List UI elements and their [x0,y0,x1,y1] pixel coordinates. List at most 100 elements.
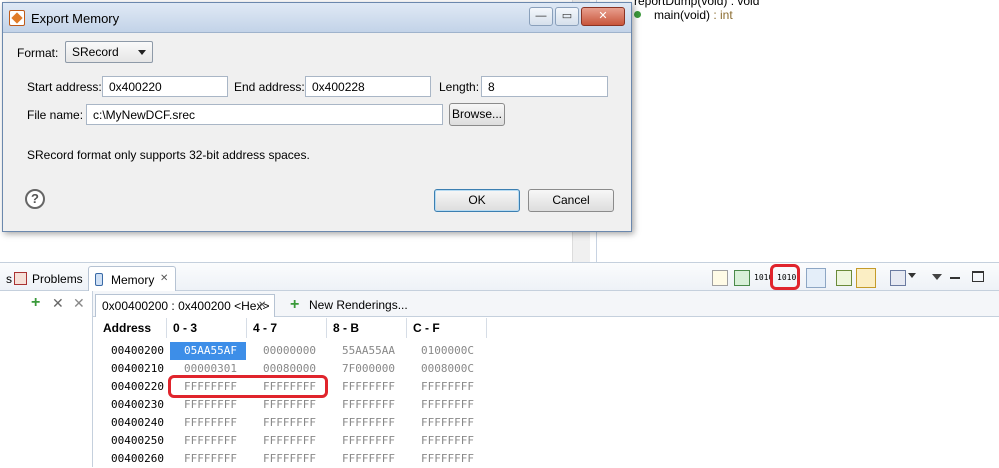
help-icon[interactable]: ? [25,189,45,209]
tab-new-renderings-label: New Renderings... [309,298,408,312]
memory-cell[interactable]: FFFFFFFF [421,396,474,414]
column-header-4-7[interactable]: 4 - 7 [247,318,327,338]
outline-item-type: : int [710,8,733,22]
tab-new-renderings[interactable]: + New Renderings... [285,294,414,317]
remove-monitor-icon[interactable]: ✕ [52,295,64,312]
format-warning-message: SRecord format only supports 32-bit addr… [27,148,310,162]
tab-hex-rendering[interactable]: 0x00400200 : 0x400200 <Hex> ✕ [95,294,275,317]
close-icon[interactable]: ✕ [160,273,168,284]
table-row: 00400250 FFFFFFFF FFFFFFFF FFFFFFFF FFFF… [0,432,999,450]
file-name-label: File name: [27,108,84,122]
minimize-button[interactable]: — [529,7,553,26]
tab-hex-rendering-label: 0x00400200 : 0x400200 <Hex> [102,299,270,313]
import-arrow-icon[interactable] [734,270,750,286]
address-cell: 00400230 [111,398,164,411]
table-row: 00400260 FFFFFFFF FFFFFFFF FFFFFFFF FFFF… [0,450,999,468]
memory-cell[interactable]: FFFFFFFF [342,414,395,432]
function-icon [634,11,641,18]
memory-cell[interactable]: FFFFFFFF [342,396,395,414]
table-layout-icon[interactable] [836,270,852,286]
dialog-title: Export Memory [31,11,120,26]
maximize-view-icon[interactable] [972,271,984,282]
restore-button[interactable]: ▭ [555,7,579,26]
column-header-0-3[interactable]: 0 - 3 [167,318,247,338]
chevron-down-icon[interactable] [908,273,916,278]
outline-item-label: reportDump(void) : void [634,0,760,8]
tab-memory[interactable]: Memory ✕ [88,266,176,292]
memory-cell[interactable]: FFFFFFFF [263,432,316,450]
memory-cell[interactable]: FFFFFFFF [263,414,316,432]
memory-cell[interactable]: 00000000 [263,342,316,360]
start-address-label: Start address: [27,80,102,94]
address-cell: 00400260 [111,452,164,465]
eclipse-app-icon [9,10,25,26]
memory-cell[interactable]: FFFFFFFF [342,450,395,468]
memory-cell[interactable]: 7F000000 [342,360,395,378]
dialog-titlebar[interactable]: Export Memory — ▭ ✕ [3,3,631,33]
memory-cell[interactable]: 0008000C [421,360,474,378]
memory-cell[interactable]: FFFFFFFF [421,450,474,468]
length-label: Length: [439,80,480,94]
browse-button[interactable]: Browse... [449,103,505,126]
address-cell: 00400210 [111,362,164,375]
renderings-tab-bar: 0x00400200 : 0x400200 <Hex> ✕ + New Rend… [93,291,999,317]
length-field[interactable]: 8 [481,76,608,97]
memory-cell[interactable]: FFFFFFFF [184,450,237,468]
memory-cell[interactable]: FFFFFFFF [421,378,474,396]
memory-cell[interactable]: FFFFFFFF [263,450,316,468]
cancel-button[interactable]: Cancel [528,189,614,212]
format-label: Format: [17,46,59,60]
address-cell: 00400220 [111,380,164,393]
new-document-icon[interactable] [712,270,728,286]
exported-range-highlight [168,375,328,398]
add-icon: + [290,296,300,313]
column-header-c-f[interactable]: C - F [407,318,487,338]
remove-all-monitors-icon[interactable]: ✕ [73,295,85,312]
memory-cell[interactable]: 05AA55AF [170,342,246,360]
end-address-field[interactable]: 0x400228 [305,76,431,97]
memory-cell[interactable]: FFFFFFFF [184,396,237,414]
table-row: 00400240 FFFFFFFF FFFFFFFF FFFFFFFF FFFF… [0,414,999,432]
minimize-view-icon[interactable] [950,277,960,279]
link-views-icon[interactable] [806,268,826,288]
export-memory-dialog: Export Memory — ▭ ✕ Format: SRecord Star… [2,2,632,232]
address-cell: 00400250 [111,434,164,447]
table-row: 00400220 FFFFFFFF FFFFFFFF FFFFFFFF FFFF… [0,378,999,396]
table-row: 00400230 FFFFFFFF FFFFFFFF FFFFFFFF FFFF… [0,396,999,414]
layout-menu-icon[interactable] [890,270,906,286]
view-menu-icon[interactable] [932,274,942,280]
memory-cell[interactable]: FFFFFFFF [263,396,316,414]
chevron-down-icon [138,50,146,55]
format-value: SRecord [72,45,119,59]
import-memory-icon[interactable]: 1010 [754,270,773,286]
toggle-split-icon[interactable] [856,268,876,288]
memory-cell[interactable]: FFFFFFFF [184,414,237,432]
format-dropdown[interactable]: SRecord [65,41,153,63]
table-row: 00400200 05AA55AF 00000000 55AA55AA 0100… [0,342,999,360]
outline-item-main[interactable]: main(void) : int [654,8,733,22]
column-header-8-b[interactable]: 8 - B [327,318,407,338]
memory-cell[interactable]: 55AA55AA [342,342,395,360]
memory-cell[interactable]: FFFFFFFF [342,378,395,396]
address-cell: 00400200 [111,344,164,357]
memory-icon [95,273,103,286]
export-icon-highlight [770,264,800,290]
ok-button[interactable]: OK [434,189,520,212]
memory-cell[interactable]: FFFFFFFF [342,432,395,450]
close-button[interactable]: ✕ [581,7,625,26]
column-header-address[interactable]: Address [97,318,167,338]
memory-cell[interactable]: 0100000C [421,342,474,360]
close-icon[interactable]: ✕ [258,300,266,311]
memory-cell[interactable]: FFFFFFFF [421,432,474,450]
memory-cell[interactable]: FFFFFFFF [184,432,237,450]
file-name-field[interactable]: c:\MyNewDCF.srec [86,104,443,125]
table-row: 00400210 00000301 00080000 7F000000 0008… [0,360,999,378]
start-address-field[interactable]: 0x400220 [102,76,228,97]
problems-icon [14,272,27,285]
memory-cell[interactable]: FFFFFFFF [421,414,474,432]
tab-problems[interactable]: Problems [10,266,89,292]
outline-item-name: main(void) [654,8,711,22]
outline-item-partial[interactable]: reportDump(void) : void [634,0,759,8]
add-monitor-icon[interactable]: + [31,295,43,311]
end-address-label: End address: [234,80,305,94]
